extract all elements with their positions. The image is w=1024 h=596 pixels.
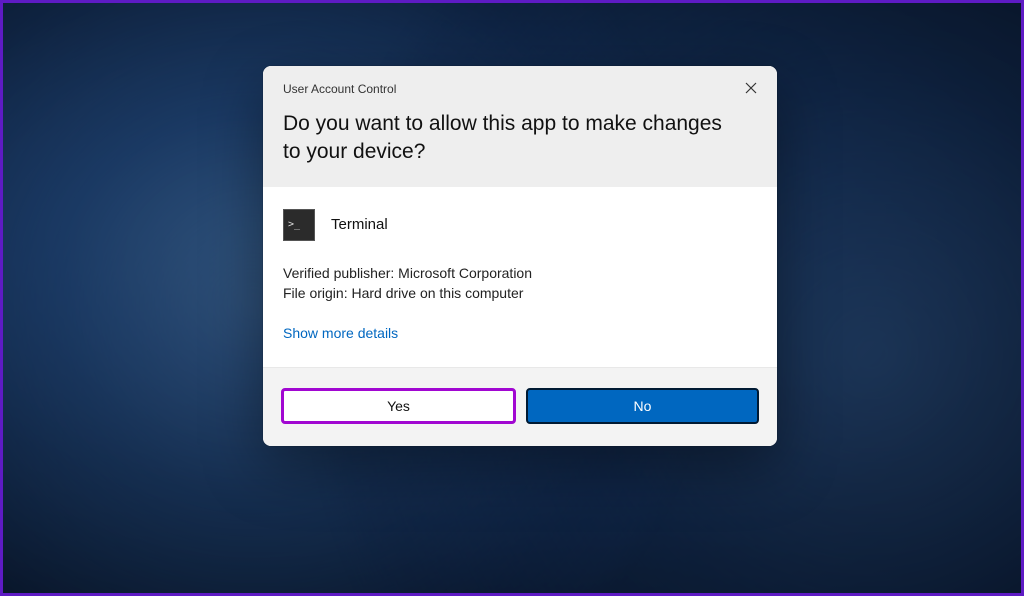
terminal-icon: >_: [283, 209, 315, 241]
app-name: Terminal: [331, 216, 388, 233]
uac-dialog: User Account Control Do you want to allo…: [263, 66, 777, 446]
show-more-details-link[interactable]: Show more details: [283, 325, 398, 341]
dialog-footer: Yes No: [263, 367, 777, 446]
close-icon: [745, 81, 757, 99]
publisher-line: Verified publisher: Microsoft Corporatio…: [283, 263, 757, 283]
dialog-header: User Account Control Do you want to allo…: [263, 66, 777, 187]
file-origin-line: File origin: Hard drive on this computer: [283, 283, 757, 303]
dialog-body: >_ Terminal Verified publisher: Microsof…: [263, 187, 777, 368]
no-button[interactable]: No: [526, 388, 759, 424]
close-button[interactable]: [739, 78, 763, 102]
yes-button[interactable]: Yes: [281, 388, 516, 424]
dialog-question: Do you want to allow this app to make ch…: [283, 110, 757, 167]
app-info-row: >_ Terminal: [283, 209, 757, 241]
dialog-title: User Account Control: [283, 82, 757, 96]
